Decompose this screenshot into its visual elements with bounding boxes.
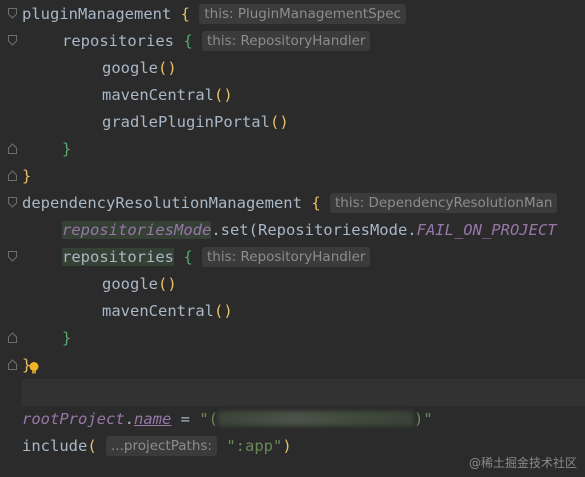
identifier: pluginManagement — [22, 5, 172, 23]
operator: = — [171, 410, 200, 428]
identifier: repositories — [62, 32, 174, 50]
inlay-hint: ...projectPaths: — [106, 436, 217, 456]
identifier: gradlePluginPortal — [102, 113, 270, 131]
fold-marker-icon[interactable] — [8, 35, 17, 46]
fold-marker-icon[interactable] — [8, 8, 17, 19]
inlay-hint: this: DependencyResolutionMan — [330, 193, 558, 213]
parens: () — [158, 275, 177, 293]
property-reference: name — [134, 410, 172, 428]
fold-marker-icon[interactable] — [8, 143, 17, 154]
brace: } — [22, 167, 32, 185]
code-line[interactable]: repositories { this: RepositoryHandler — [22, 28, 585, 55]
code-line[interactable]: pluginManagement { this: PluginManagemen… — [22, 1, 585, 28]
code-line[interactable]: google() — [22, 271, 585, 298]
code-line[interactable]: repositories { this: RepositoryHandler — [22, 244, 585, 271]
identifier: include — [22, 437, 88, 455]
current-line[interactable] — [22, 379, 585, 406]
parens: () — [269, 113, 289, 131]
parens: () — [213, 86, 233, 104]
code-line[interactable]: } — [22, 136, 585, 163]
code-line[interactable]: rootProject.name = "( )" — [22, 406, 585, 433]
parens: () — [158, 59, 177, 77]
string-literal: ":app" — [226, 437, 283, 455]
brace: } — [62, 140, 72, 158]
code-line[interactable]: } — [22, 325, 585, 352]
method-call: .set( — [211, 221, 258, 239]
identifier: mavenCentral — [102, 86, 214, 104]
brace: { — [183, 32, 193, 50]
watermark: @稀土掘金技术社区 — [468, 456, 577, 470]
identifier: dependencyResolutionManagement — [22, 194, 302, 212]
paren: ( — [87, 437, 97, 455]
string-literal-open: "( — [199, 410, 218, 428]
paren: ) — [282, 437, 292, 455]
fold-marker-icon[interactable] — [8, 251, 17, 262]
code-line[interactable]: } — [22, 352, 585, 379]
property-reference: repositoriesMode — [62, 221, 212, 239]
string-literal-close: )" — [414, 410, 433, 428]
enum-type: RepositoriesMode — [257, 221, 408, 239]
fold-marker-icon[interactable] — [8, 170, 17, 181]
object-reference: rootProject — [22, 410, 125, 428]
identifier: google — [102, 59, 158, 77]
code-line[interactable]: mavenCentral() — [22, 298, 585, 325]
enum-constant: FAIL_ON_PROJECT — [416, 221, 557, 239]
fold-marker-icon[interactable] — [8, 197, 17, 208]
identifier: google — [102, 275, 158, 293]
brace: } — [62, 329, 72, 347]
brace: { — [311, 194, 321, 212]
redacted-text — [218, 411, 414, 426]
code-line[interactable]: mavenCentral() — [22, 82, 585, 109]
code-line[interactable]: gradlePluginPortal() — [22, 109, 585, 136]
fold-marker-icon[interactable] — [8, 332, 17, 343]
code-line[interactable]: } — [22, 163, 585, 190]
code-line[interactable]: dependencyResolutionManagement { this: D… — [22, 190, 585, 217]
code-line[interactable]: google() — [22, 55, 585, 82]
editor-gutter — [0, 0, 22, 477]
fold-marker-icon[interactable] — [8, 359, 17, 370]
lightbulb-icon[interactable] — [27, 361, 41, 375]
code-editor[interactable]: pluginManagement { this: PluginManagemen… — [22, 0, 585, 477]
dot: . — [124, 410, 134, 428]
brace: { — [183, 248, 193, 266]
brace: { — [180, 5, 190, 23]
dot: . — [407, 221, 417, 239]
code-line[interactable]: repositoriesMode.set(RepositoriesMode.FA… — [22, 217, 585, 244]
parens: () — [213, 302, 233, 320]
identifier: mavenCentral — [102, 302, 214, 320]
inlay-hint: this: PluginManagementSpec — [199, 4, 406, 24]
inlay-hint: this: RepositoryHandler — [202, 247, 371, 267]
inlay-hint: this: RepositoryHandler — [202, 31, 371, 51]
identifier: repositories — [62, 248, 174, 266]
